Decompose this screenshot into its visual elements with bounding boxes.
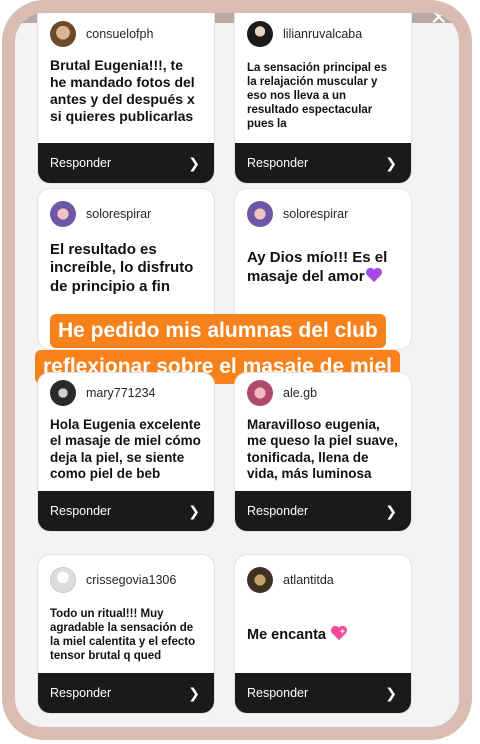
question-card: ale.gb Maravilloso eugenia, me queso la …: [235, 373, 411, 531]
card-message: Ay Dios mío!!! Es el masaje del amor: [247, 249, 399, 287]
purple-heart-icon: [365, 268, 382, 283]
avatar: [50, 567, 76, 593]
avatar: [50, 201, 76, 227]
card-username: crissegovia1306: [86, 573, 177, 587]
close-icon[interactable]: ×: [431, 13, 447, 31]
chevron-right-icon: ❯: [385, 154, 397, 171]
card-username: solorespirar: [86, 207, 152, 221]
reply-label: Responder: [247, 504, 309, 518]
card-message: Brutal Eugenia!!!, te he mandado fotos d…: [50, 57, 195, 125]
reply-button[interactable]: Responder ❯: [38, 491, 214, 531]
reply-label: Responder: [50, 686, 112, 700]
story-caption-line-1: He pedido mis alumnas del club: [50, 314, 386, 348]
avatar: [247, 567, 273, 593]
card-message: Hola Eugenia excelente el masaje de miel…: [50, 417, 201, 482]
card-username: ale.gb: [283, 386, 318, 400]
chevron-right-icon: ❯: [188, 502, 200, 519]
reply-label: Responder: [247, 686, 309, 700]
card-message: Me encanta: [247, 625, 399, 645]
card-message: Todo un ritual!!! Muy agradable la sensa…: [50, 608, 196, 663]
card-username: lilianruvalcaba: [283, 27, 363, 41]
avatar: [247, 201, 273, 227]
question-card: mary771234 Hola Eugenia excelente el mas…: [38, 373, 214, 531]
question-card: crissegovia1306 Todo un ritual!!! Muy ag…: [38, 555, 214, 713]
card-message: El resultado es increíble, lo disfruto d…: [50, 241, 194, 295]
chevron-right-icon: ❯: [188, 154, 200, 171]
question-card: atlantitda Me encanta Responder ❯: [235, 555, 411, 713]
chevron-right-icon: ❯: [188, 684, 200, 701]
card-username: consuelofph: [86, 27, 154, 41]
card-username: solorespirar: [283, 207, 349, 221]
reply-button[interactable]: Responder ❯: [235, 143, 411, 183]
avatar: [50, 380, 76, 406]
chevron-right-icon: ❯: [385, 684, 397, 701]
avatar: [50, 21, 76, 47]
card-message: Maravilloso eugenia, me queso la piel su…: [247, 417, 398, 482]
sparkling-heart-icon: [331, 625, 348, 641]
card-username: atlantitda: [283, 573, 334, 587]
avatar: [247, 380, 273, 406]
question-card: consuelofph Brutal Eugenia!!!, te he man…: [38, 13, 214, 183]
reply-button[interactable]: Responder ❯: [235, 673, 411, 713]
reply-button[interactable]: Responder ❯: [38, 673, 214, 713]
question-card: lilianruvalcaba La sensación principal e…: [235, 13, 411, 183]
chevron-right-icon: ❯: [385, 502, 397, 519]
reply-label: Responder: [247, 156, 309, 170]
reply-button[interactable]: Responder ❯: [235, 491, 411, 531]
reply-label: Responder: [50, 156, 112, 170]
reply-button[interactable]: Responder ❯: [38, 143, 214, 183]
avatar: [247, 21, 273, 47]
card-message: La sensación principal es la relajación …: [247, 62, 387, 131]
card-username: mary771234: [86, 386, 156, 400]
story-frame: hace un momento × consuelofph Brutal Eug…: [2, 0, 472, 740]
reply-label: Responder: [50, 504, 112, 518]
card-message-text: Me encanta: [247, 627, 326, 643]
